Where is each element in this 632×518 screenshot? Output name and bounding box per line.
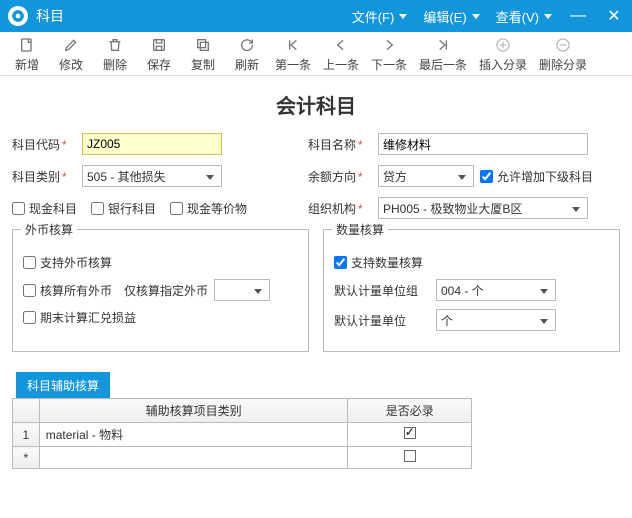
name-input[interactable] <box>378 133 588 155</box>
window-title: 科目 <box>36 6 64 26</box>
only-specified-label: 仅核算指定外币 <box>124 282 208 299</box>
edit-button[interactable]: 修改 <box>50 36 92 73</box>
org-label: 组织机构* <box>308 200 372 217</box>
checkbox-checked-icon <box>404 427 416 439</box>
close-button[interactable]: ✕ <box>596 6 632 26</box>
chevron-down-icon <box>203 169 217 183</box>
name-label: 科目名称* <box>308 136 372 153</box>
cell-required[interactable] <box>348 423 472 447</box>
checkbox-icon <box>404 450 416 462</box>
new-button[interactable]: 新增 <box>6 36 48 73</box>
menu-edit[interactable]: 编辑(E) <box>415 7 487 26</box>
cash-checkbox[interactable]: 现金科目 <box>12 200 77 217</box>
refresh-icon <box>239 36 255 54</box>
copy-icon <box>195 36 211 54</box>
content-area: 会计科目 科目代码* 科目名称* 科目类别* 505 - 其他损失 余额方向* … <box>0 76 632 469</box>
forex-group: 外币核算 支持外币核算 核算所有外币 仅核算指定外币 期末计算汇兑损益 <box>12 229 309 352</box>
title-bar: 科目 文件(F) 编辑(E) 查看(V) — ✕ <box>0 0 632 32</box>
aux-section: 科目辅助核算 辅助核算项目类别 是否必录 1 material - 物料 * <box>12 372 620 469</box>
next-button[interactable]: 下一条 <box>366 36 412 73</box>
support-forex-checkbox[interactable]: 支持外币核算 <box>23 254 112 271</box>
app-icon <box>8 6 28 26</box>
table-row[interactable]: 1 material - 物料 <box>13 423 472 447</box>
new-icon <box>19 36 35 54</box>
aux-grid: 辅助核算项目类别 是否必录 1 material - 物料 * <box>12 398 472 469</box>
forex-legend: 外币核算 <box>21 221 77 238</box>
copy-button[interactable]: 复制 <box>182 36 224 73</box>
all-forex-checkbox[interactable]: 核算所有外币 <box>23 282 112 299</box>
col-required: 是否必录 <box>348 399 472 423</box>
toolbar: 新增 修改 删除 保存 复制 刷新 第一条 上一条 下一条 最后一条 插入分录 <box>0 32 632 76</box>
support-qty-checkbox[interactable]: 支持数量核算 <box>334 254 423 271</box>
first-icon <box>285 36 301 54</box>
delete-button[interactable]: 删除 <box>94 36 136 73</box>
menu-view[interactable]: 查看(V) <box>488 7 560 26</box>
code-input[interactable] <box>82 133 222 155</box>
code-label: 科目代码* <box>12 136 76 153</box>
org-select[interactable]: PH005 - 极致物业大厦B区 <box>378 197 588 219</box>
insert-entry-button[interactable]: 插入分录 <box>474 36 532 73</box>
cell-required[interactable] <box>348 447 472 469</box>
period-end-calc-checkbox[interactable]: 期末计算汇兑损益 <box>23 309 136 326</box>
default-group-select[interactable]: 004 - 个 <box>436 279 556 301</box>
last-icon <box>435 36 451 54</box>
prev-icon <box>333 36 349 54</box>
edit-icon <box>63 36 79 54</box>
bank-checkbox[interactable]: 银行科目 <box>91 200 156 217</box>
category-select[interactable]: 505 - 其他损失 <box>82 165 222 187</box>
cash-equiv-checkbox[interactable]: 现金等价物 <box>170 200 247 217</box>
balance-dir-label: 余额方向* <box>308 168 372 185</box>
category-label: 科目类别* <box>12 168 76 185</box>
table-row-new[interactable]: * <box>13 447 472 469</box>
delete-entry-button[interactable]: 删除分录 <box>534 36 592 73</box>
balance-dir-select[interactable]: 贷方 <box>378 165 474 187</box>
cell-category[interactable]: material - 物料 <box>39 423 348 447</box>
default-group-label: 默认计量单位组 <box>334 282 430 299</box>
chevron-down-icon <box>537 313 551 327</box>
menu-file[interactable]: 文件(F) <box>344 7 416 26</box>
first-button[interactable]: 第一条 <box>270 36 316 73</box>
prev-button[interactable]: 上一条 <box>318 36 364 73</box>
minimize-button[interactable]: — <box>560 7 596 25</box>
save-icon <box>151 36 167 54</box>
only-specified-select[interactable] <box>214 279 270 301</box>
last-button[interactable]: 最后一条 <box>414 36 472 73</box>
default-unit-label: 默认计量单位 <box>334 312 430 329</box>
next-icon <box>381 36 397 54</box>
qty-group: 数量核算 支持数量核算 默认计量单位组 004 - 个 默认计量单位 个 <box>323 229 620 352</box>
chevron-down-icon <box>569 201 583 215</box>
save-button[interactable]: 保存 <box>138 36 180 73</box>
trash-icon <box>107 36 123 54</box>
aux-tab[interactable]: 科目辅助核算 <box>16 372 110 398</box>
col-category: 辅助核算项目类别 <box>39 399 348 423</box>
page-title: 会计科目 <box>12 90 620 119</box>
chevron-down-icon <box>251 283 265 297</box>
plus-circle-icon <box>495 36 511 54</box>
chevron-down-icon <box>455 169 469 183</box>
allow-child-checkbox[interactable]: 允许增加下级科目 <box>480 168 593 185</box>
cell-category[interactable] <box>39 447 348 469</box>
default-unit-select[interactable]: 个 <box>436 309 556 331</box>
minus-circle-icon <box>555 36 571 54</box>
grid-corner <box>13 399 40 423</box>
refresh-button[interactable]: 刷新 <box>226 36 268 73</box>
qty-legend: 数量核算 <box>332 221 388 238</box>
chevron-down-icon <box>537 283 551 297</box>
